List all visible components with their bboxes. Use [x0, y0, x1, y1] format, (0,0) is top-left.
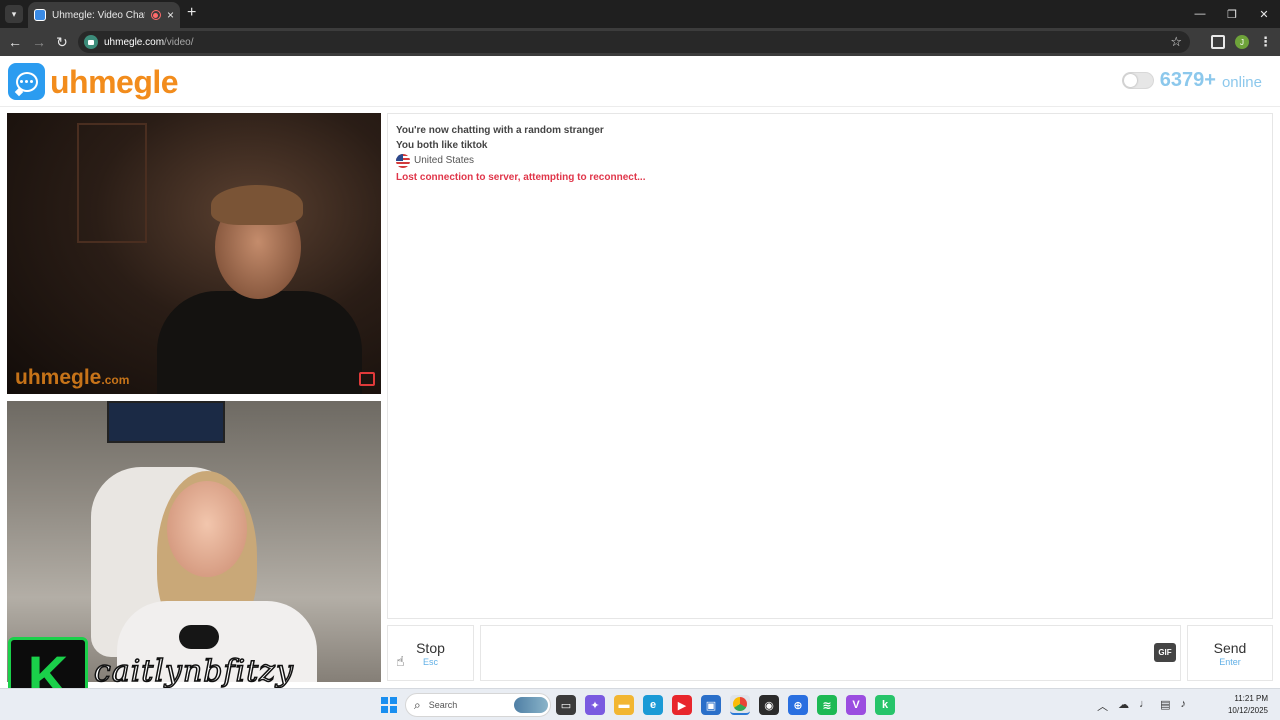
- extensions-icon[interactable]: [1211, 35, 1225, 49]
- connection-error-message: Lost connection to server, attempting to…: [396, 172, 646, 183]
- kick-app-icon[interactable]: k: [875, 695, 895, 715]
- search-placeholder: Search: [428, 700, 458, 710]
- microphone-icon[interactable]: ♩: [1139, 698, 1150, 714]
- stranger-hair: [211, 185, 303, 225]
- stranger-country: United States: [396, 153, 1264, 168]
- background-tv: [107, 401, 225, 443]
- tab-favicon-icon: [34, 9, 46, 21]
- send-label: Send: [1213, 639, 1247, 656]
- windows-taskbar: ⌕ Search ▭ ✦ ▬ e ▶ ▣ ◉ ⊕ ≋ V k ︿ ☁ ♩ ▤ ♪…: [0, 688, 1280, 720]
- site-header: uhmegle 6379+ online: [0, 56, 1280, 107]
- background-shelf: [77, 123, 147, 243]
- url-text: uhmegle.com/video/: [104, 36, 194, 48]
- restore-icon[interactable]: ❐: [1216, 0, 1248, 28]
- theme-toggle[interactable]: [1121, 72, 1154, 89]
- microphone: [179, 625, 219, 649]
- online-status: 6379+ online: [1121, 69, 1262, 92]
- stop-hint: Esc: [422, 656, 438, 667]
- new-tab-button[interactable]: +: [187, 4, 196, 22]
- youtube-icon[interactable]: ▶: [672, 695, 692, 715]
- streamer-handle: caitlynbfitzy: [93, 653, 294, 690]
- mouse-cursor-icon: ☝: [396, 653, 405, 669]
- taskbar-apps: ▭ ✦ ▬ e ▶ ▣ ◉ ⊕ ≋ V k: [556, 695, 895, 715]
- windows-start-icon[interactable]: [381, 697, 397, 713]
- volume-icon[interactable]: ♪: [1181, 698, 1187, 714]
- forward-arrow-icon[interactable]: →: [30, 33, 48, 51]
- toolbar-right-icons: J ⋮: [1211, 33, 1280, 51]
- close-window-icon[interactable]: ✕: [1248, 0, 1280, 28]
- browser-tab[interactable]: Uhmegle: Video Chat | Ome ×: [28, 2, 180, 28]
- close-tab-icon[interactable]: ×: [167, 9, 174, 21]
- browser-tab-strip: ▾ Uhmegle: Video Chat | Ome × + — ❐ ✕: [0, 0, 1280, 28]
- tab-search-chevron-icon[interactable]: ▾: [5, 5, 23, 23]
- chat-log: You're now chatting with a random strang…: [387, 113, 1273, 619]
- search-icon: ⌕: [414, 697, 421, 712]
- uhmegle-logo-icon[interactable]: [8, 63, 45, 100]
- store-icon[interactable]: ▣: [701, 695, 721, 715]
- browser-toolbar: ← → ↻ uhmegle.com/video/ ☆ J ⋮: [0, 28, 1280, 56]
- profile-avatar[interactable]: J: [1235, 35, 1249, 49]
- us-flag-icon: [396, 153, 410, 168]
- file-explorer-icon[interactable]: ▬: [614, 695, 634, 715]
- edge-icon[interactable]: e: [643, 695, 663, 715]
- tray-chevron-icon[interactable]: ︿: [1097, 698, 1108, 714]
- address-bar[interactable]: uhmegle.com/video/ ☆: [78, 31, 1190, 53]
- clock-time: 11:21 PM: [1234, 694, 1268, 703]
- spotify-icon[interactable]: ≋: [817, 695, 837, 715]
- country-name: United States: [414, 155, 475, 166]
- onedrive-icon[interactable]: ☁: [1118, 698, 1129, 714]
- online-label: online: [1221, 73, 1262, 91]
- site-info-icon[interactable]: [84, 35, 98, 49]
- chat-system-message: You're now chatting with a random strang…: [396, 125, 604, 136]
- obs-icon[interactable]: ◉: [759, 695, 779, 715]
- tab-title: Uhmegle: Video Chat | Ome: [52, 9, 145, 21]
- chrome-icon[interactable]: [730, 695, 750, 715]
- taskbar-clock[interactable]: 11:21 PM 10/12/2025: [1228, 693, 1268, 717]
- gif-button[interactable]: GIF: [1154, 643, 1176, 662]
- send-button[interactable]: Send Enter: [1187, 625, 1273, 681]
- recording-indicator-icon: [150, 10, 161, 20]
- system-tray: ︿ ☁ ♩ ▤ ♪: [1097, 698, 1186, 714]
- stranger-video: uhmegle.com: [7, 113, 381, 394]
- assistant-icon[interactable]: ⊕: [788, 695, 808, 715]
- video-watermark: uhmegle.com: [15, 366, 130, 389]
- send-hint: Enter: [1219, 656, 1241, 667]
- site-logo-text[interactable]: uhmegle: [50, 64, 179, 101]
- app-v-icon[interactable]: V: [846, 695, 866, 715]
- self-face: [167, 481, 247, 577]
- stranger-body: [157, 291, 362, 394]
- reload-icon[interactable]: ↻: [53, 33, 71, 51]
- minimize-icon[interactable]: —: [1184, 0, 1216, 28]
- online-count: 6379+: [1159, 69, 1216, 91]
- clock-date: 10/12/2025: [1227, 706, 1268, 715]
- copilot-icon[interactable]: ✦: [585, 695, 605, 715]
- chat-system-message: You both like tiktok: [396, 139, 488, 151]
- task-view-icon[interactable]: ▭: [556, 695, 576, 715]
- taskbar-search[interactable]: ⌕ Search: [405, 693, 551, 717]
- bookmark-star-icon[interactable]: ☆: [1170, 34, 1182, 50]
- network-icon[interactable]: ▤: [1160, 698, 1170, 714]
- search-highlight-icon: [514, 697, 548, 713]
- stop-label: Stop: [416, 639, 445, 656]
- report-flag-icon[interactable]: [359, 372, 375, 386]
- window-controls: — ❐ ✕: [1184, 0, 1280, 28]
- message-input[interactable]: [480, 625, 1181, 681]
- browser-menu-icon[interactable]: ⋮: [1259, 34, 1272, 50]
- back-arrow-icon[interactable]: ←: [6, 33, 24, 51]
